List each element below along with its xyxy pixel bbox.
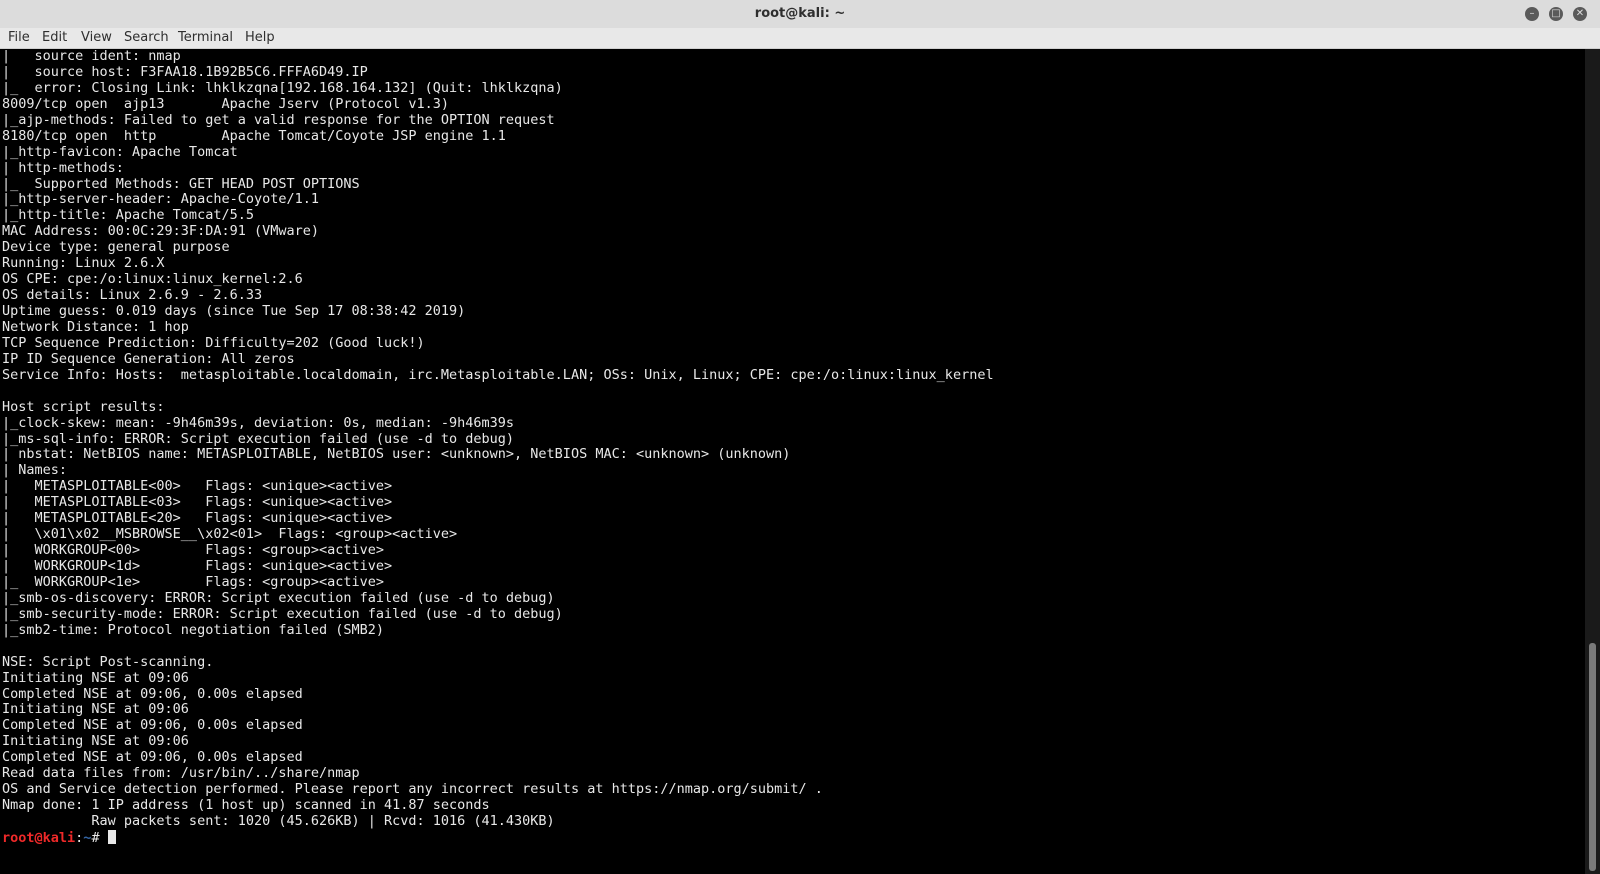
terminal-line: | METASPLOITABLE<20> Flags: <unique><act… (2, 510, 393, 527)
shell-prompt[interactable]: root@kali:~# (0, 829, 1585, 847)
terminal-line: |_clock-skew: mean: -9h46m39s, deviation… (2, 414, 515, 431)
terminal-area[interactable]: | source ident: nmap | source host: F3FA… (0, 49, 1585, 874)
terminal-line: Completed NSE at 09:06, 0.00s elapsed (2, 685, 303, 702)
terminal-line: OS and Service detection performed. Plea… (2, 781, 823, 798)
terminal-line: |_ms-sql-info: ERROR: Script execution f… (2, 430, 515, 447)
terminal-line: |_ error: Closing Link: lhklkzqna[192.16… (2, 79, 563, 96)
menu-help[interactable]: Help (245, 30, 275, 45)
text-cursor (107, 829, 116, 844)
prompt-symbol: # (91, 829, 108, 846)
prompt-user-host: root@kali (2, 829, 76, 846)
terminal-line: Initiating NSE at 09:06 (2, 733, 189, 750)
terminal-line: |_ajp-methods: Failed to get a valid res… (2, 111, 555, 128)
menu-view[interactable]: View (81, 30, 112, 45)
terminal-line: MAC Address: 00:0C:29:3F:DA:91 (VMware) (2, 223, 319, 240)
maximize-icon[interactable]: □ (1549, 7, 1563, 21)
terminal-line: Service Info: Hosts: metasploitable.loca… (2, 366, 994, 383)
terminal-output: | source ident: nmap | source host: F3FA… (0, 49, 1585, 830)
terminal-line: Initiating NSE at 09:06 (2, 669, 189, 686)
terminal-line: | WORKGROUP<00> Flags: <group><active> (2, 542, 385, 559)
terminal-line: | source host: F3FAA18.1B92B5C6.FFFA6D49… (2, 63, 368, 80)
terminal-line: |_http-title: Apache Tomcat/5.5 (2, 207, 254, 224)
terminal-line: Network Distance: 1 hop (2, 318, 189, 335)
terminal-line: 8009/tcp open ajp13 Apache Jserv (Protoc… (2, 95, 450, 112)
terminal-line: Raw packets sent: 1020 (45.626KB) | Rcvd… (2, 813, 555, 829)
terminal-line: Completed NSE at 09:06, 0.00s elapsed (2, 717, 303, 734)
terminal-line: | Names: (2, 462, 68, 479)
terminal-line: |_smb2-time: Protocol negotiation failed… (2, 621, 385, 638)
terminal-line: IP ID Sequence Generation: All zeros (2, 350, 295, 367)
terminal-line: OS details: Linux 2.6.9 - 2.6.33 (2, 287, 263, 304)
terminal-line: NSE: Script Post-scanning. (2, 653, 214, 670)
menu-file[interactable]: File (8, 30, 30, 45)
window-titlebar[interactable]: root@kali: ~ – □ ✕ (0, 0, 1600, 29)
terminal-line: Host script results: (2, 398, 165, 415)
menu-terminal[interactable]: Terminal (178, 30, 233, 45)
terminal-scrollbar[interactable] (1585, 49, 1600, 874)
terminal-line: | METASPLOITABLE<00> Flags: <unique><act… (2, 478, 393, 495)
terminal-line: Completed NSE at 09:06, 0.00s elapsed (2, 749, 303, 766)
terminal-line: Read data files from: /usr/bin/../share/… (2, 765, 360, 782)
terminal-line: TCP Sequence Prediction: Difficulty=202 … (2, 334, 425, 351)
terminal-line: | METASPLOITABLE<03> Flags: <unique><act… (2, 494, 393, 511)
terminal-line: | \x01\x02__MSBROWSE__\x02<01> Flags: <g… (2, 526, 458, 543)
terminal-line: |_ Supported Methods: GET HEAD POST OPTI… (2, 175, 360, 192)
menu-bar: File Edit View Search Terminal Help (0, 28, 1600, 49)
terminal-line: |_ WORKGROUP<1e> Flags: <group><active> (2, 573, 385, 590)
terminal-line: |_http-server-header: Apache-Coyote/1.1 (2, 191, 319, 208)
terminal-line: Device type: general purpose (2, 239, 230, 256)
terminal-line: |_http-favicon: Apache Tomcat (2, 143, 238, 160)
terminal-line: | http-methods: (2, 159, 124, 176)
window-title: root@kali: ~ (754, 6, 846, 21)
terminal-line: Uptime guess: 0.019 days (since Tue Sep … (2, 303, 466, 319)
terminal-line: | source ident: nmap (2, 49, 181, 64)
minimize-icon[interactable]: – (1525, 7, 1539, 21)
terminal-line: 8180/tcp open http Apache Tomcat/Coyote … (2, 127, 506, 144)
terminal-line: OS CPE: cpe:/o:linux:linux_kernel:2.6 (2, 271, 303, 288)
terminal-line: | nbstat: NetBIOS name: METASPLOITABLE, … (2, 446, 791, 463)
menu-search[interactable]: Search (124, 30, 169, 45)
terminal-line: |_smb-security-mode: ERROR: Script execu… (2, 605, 563, 622)
menu-edit[interactable]: Edit (42, 30, 67, 45)
terminal-line: |_smb-os-discovery: ERROR: Script execut… (2, 589, 555, 606)
close-icon[interactable]: ✕ (1573, 7, 1587, 21)
terminal-line: Nmap done: 1 IP address (1 host up) scan… (2, 797, 490, 814)
terminal-line: Running: Linux 2.6.X (2, 255, 165, 272)
terminal-line: Initiating NSE at 09:06 (2, 701, 189, 718)
terminal-line: | WORKGROUP<1d> Flags: <unique><active> (2, 558, 393, 574)
scrollbar-thumb[interactable] (1589, 643, 1596, 871)
